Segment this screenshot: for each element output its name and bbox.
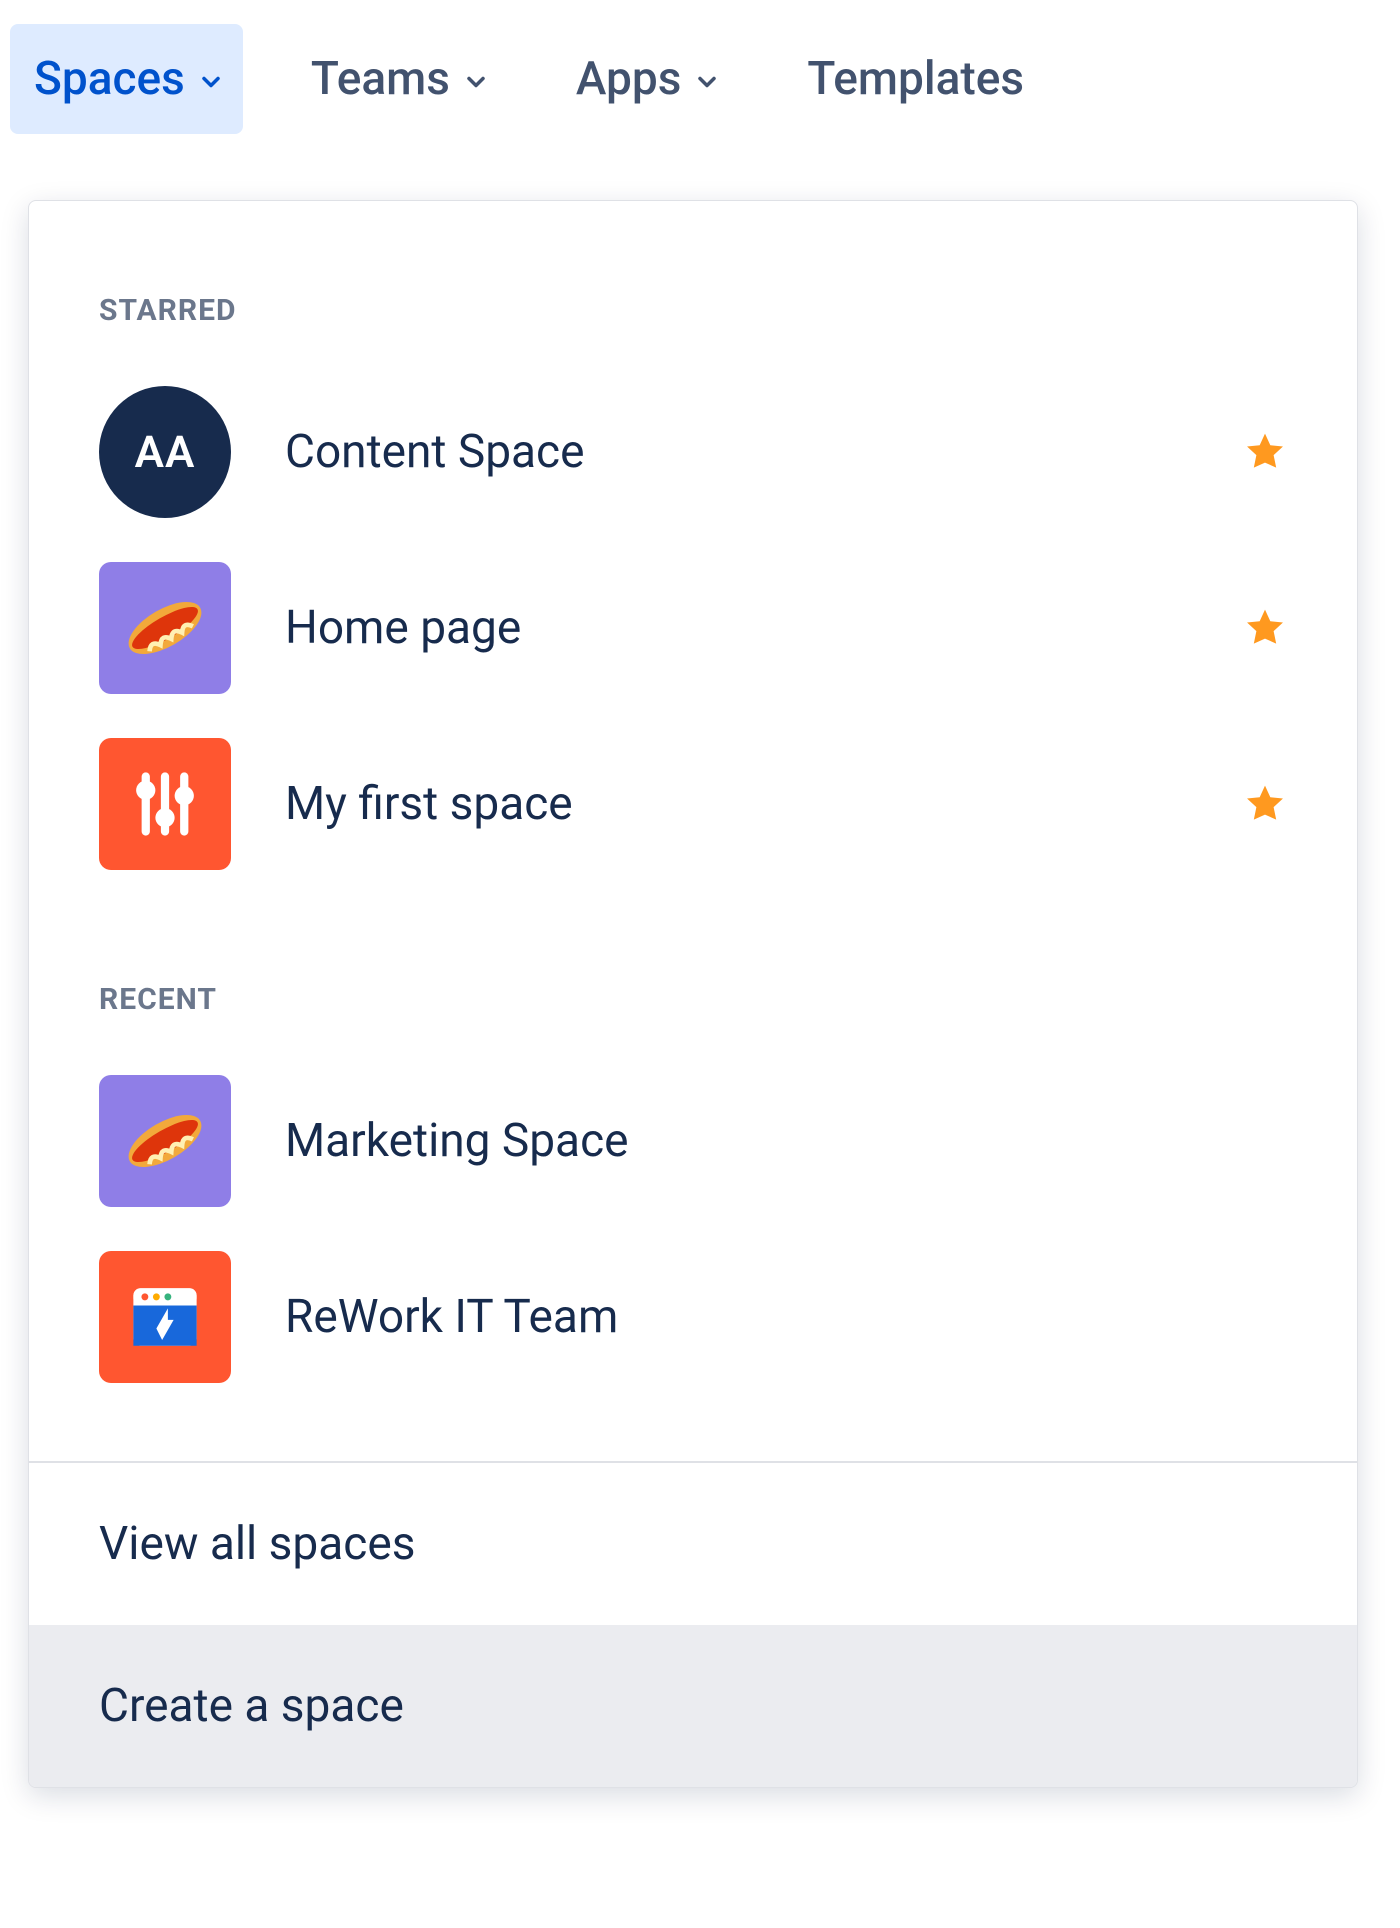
hotdog-icon <box>99 1075 231 1207</box>
space-item-label: Marketing Space <box>231 1114 1293 1168</box>
nav-spaces[interactable]: Spaces <box>10 24 243 134</box>
nav-templates-label: Templates <box>807 52 1024 106</box>
chevron-down-icon <box>693 68 715 90</box>
space-item-home-page[interactable]: Home page <box>29 540 1357 716</box>
nav-apps-label: Apps <box>576 52 682 106</box>
hotdog-icon <box>99 562 231 694</box>
chevron-down-icon <box>197 68 219 90</box>
nav-teams[interactable]: Teams <box>287 24 508 134</box>
create-a-space[interactable]: Create a space <box>29 1625 1357 1787</box>
space-item-label: Content Space <box>231 425 1237 479</box>
avatar-aa-icon: AA <box>99 386 231 518</box>
spaces-dropdown: Starred AA Content Space Home page <box>28 200 1358 1788</box>
view-all-spaces[interactable]: View all spaces <box>29 1463 1357 1625</box>
chevron-down-icon <box>462 68 484 90</box>
app-window-icon <box>99 1251 231 1383</box>
nav-teams-label: Teams <box>311 52 450 106</box>
space-item-label: ReWork IT Team <box>231 1290 1293 1344</box>
avatar-initials: AA <box>135 426 196 478</box>
sliders-icon <box>99 738 231 870</box>
space-item-rework-it-team[interactable]: ReWork IT Team <box>29 1229 1357 1405</box>
nav-apps[interactable]: Apps <box>552 24 740 134</box>
nav-templates[interactable]: Templates <box>783 24 1048 134</box>
star-filled-icon[interactable] <box>1237 430 1293 474</box>
top-nav: Spaces Teams Apps Templates <box>10 24 1048 134</box>
dropdown-footer: View all spaces Create a space <box>29 1461 1357 1787</box>
star-filled-icon[interactable] <box>1237 782 1293 826</box>
space-item-marketing-space[interactable]: Marketing Space <box>29 1053 1357 1229</box>
nav-spaces-label: Spaces <box>34 52 185 106</box>
section-header-starred: Starred <box>29 201 1357 364</box>
space-item-label: Home page <box>231 601 1237 655</box>
space-item-content-space[interactable]: AA Content Space <box>29 364 1357 540</box>
space-item-my-first-space[interactable]: My first space <box>29 716 1357 892</box>
space-item-label: My first space <box>231 777 1237 831</box>
section-header-recent: Recent <box>29 892 1357 1053</box>
star-filled-icon[interactable] <box>1237 606 1293 650</box>
